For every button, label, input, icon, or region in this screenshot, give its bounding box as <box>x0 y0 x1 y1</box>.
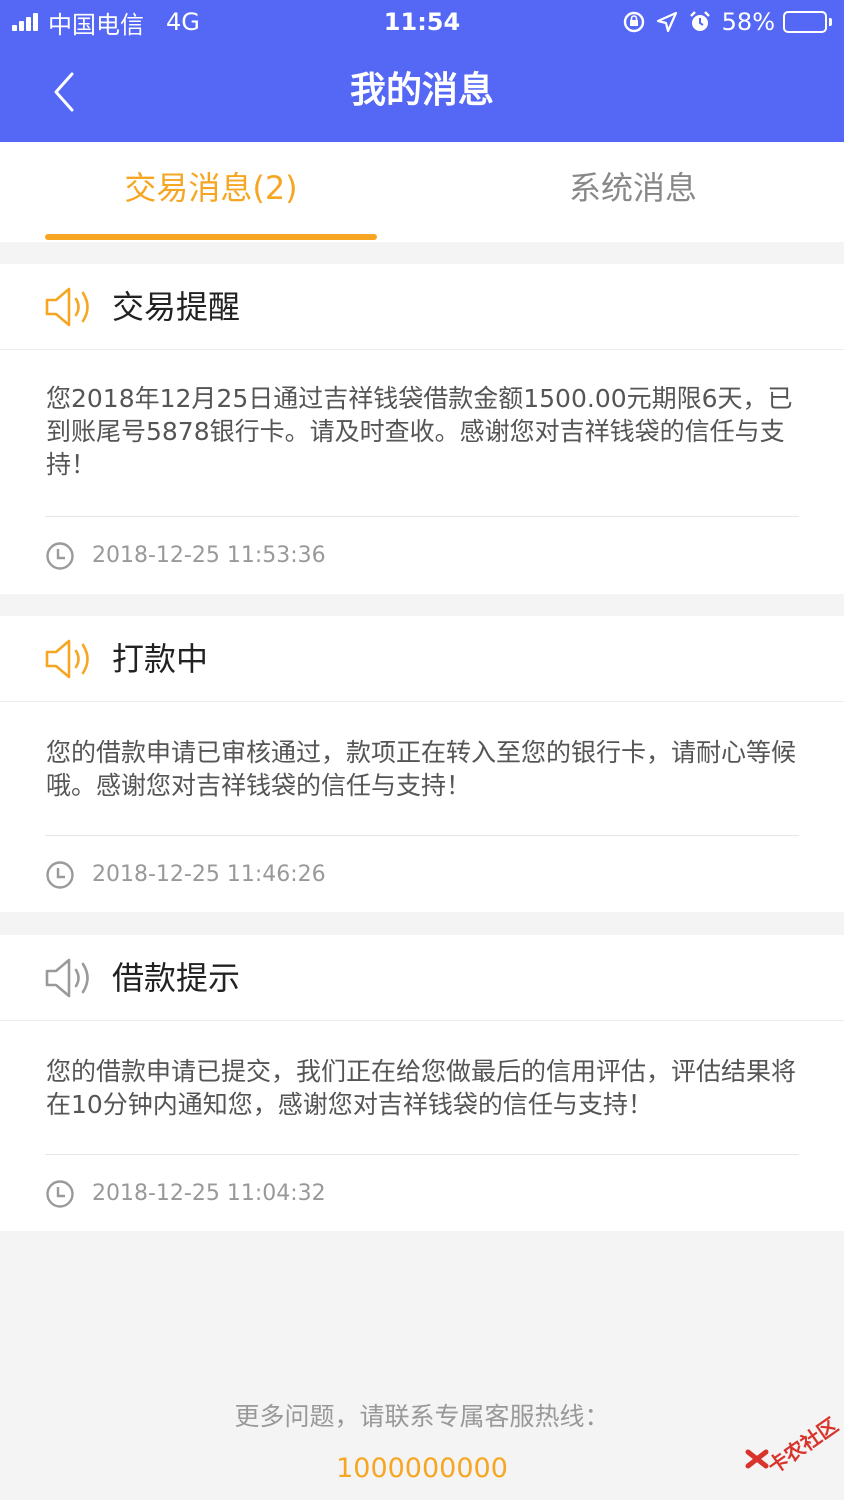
message-body: 您2018年12月25日通过吉祥钱袋借款金额1500.00元期限6天，已到账尾号… <box>46 384 793 479</box>
message-time: 2018-12-25 11:04:32 <box>92 1181 326 1206</box>
speaker-icon <box>45 958 89 998</box>
page-title: 我的消息 <box>349 70 494 111</box>
active-tab-indicator <box>45 234 377 240</box>
message-title: 借款提示 <box>112 959 241 997</box>
location-icon <box>656 11 678 33</box>
divider <box>45 1154 799 1155</box>
message-card[interactable]: 打款中 您的借款申请已审核通过，款项正在转入至您的银行卡，请耐心等候哦。感谢您对… <box>0 616 844 912</box>
clock-icon <box>46 542 74 570</box>
message-body: 您的借款申请已提交，我们正在给您做最后的信用评估，评估结果将在10分钟内通知您，… <box>46 1057 797 1119</box>
clock-icon <box>46 861 74 889</box>
divider <box>45 835 799 836</box>
tab-system-messages[interactable]: 系统消息 <box>467 142 799 242</box>
speaker-icon <box>45 639 89 679</box>
message-card[interactable]: 交易提醒 您2018年12月25日通过吉祥钱袋借款金额1500.00元期限6天，… <box>0 264 844 594</box>
speaker-icon <box>45 287 89 327</box>
message-card[interactable]: 借款提示 您的借款申请已提交，我们正在给您做最后的信用评估，评估结果将在10分钟… <box>0 935 844 1231</box>
message-body: 您的借款申请已审核通过，款项正在转入至您的银行卡，请耐心等候哦。感谢您对吉祥钱袋… <box>46 738 797 800</box>
message-time: 2018-12-25 11:53:36 <box>92 543 326 568</box>
message-title: 打款中 <box>112 640 209 678</box>
status-right: 58% <box>622 6 832 38</box>
app-header: 中国电信 4G 11:54 58% 我的消息 <box>0 0 844 142</box>
rotation-lock-icon <box>622 10 646 34</box>
message-card-header: 交易提醒 <box>0 264 844 350</box>
battery-percent: 58% <box>721 8 775 36</box>
divider <box>45 516 799 517</box>
watermark-text: 卡农社区 <box>763 1412 843 1479</box>
alarm-icon <box>688 10 712 34</box>
customer-service-hint: 更多问题，请联系专属客服热线： <box>234 1402 610 1431</box>
status-bar: 中国电信 4G 11:54 58% <box>0 0 844 44</box>
tab-trade-messages[interactable]: 交易消息(2) <box>45 142 377 242</box>
customer-service-phone[interactable]: 1000000000 <box>0 1452 844 1486</box>
message-card-header: 打款中 <box>0 616 844 702</box>
message-time: 2018-12-25 11:46:26 <box>92 862 326 887</box>
battery-icon <box>783 11 832 33</box>
message-card-header: 借款提示 <box>0 935 844 1021</box>
message-tabs: 交易消息(2) 系统消息 <box>0 142 844 242</box>
watermark-logo: 卡农社区 <box>740 1412 843 1482</box>
clock-icon <box>46 1180 74 1208</box>
message-title: 交易提醒 <box>112 288 241 326</box>
